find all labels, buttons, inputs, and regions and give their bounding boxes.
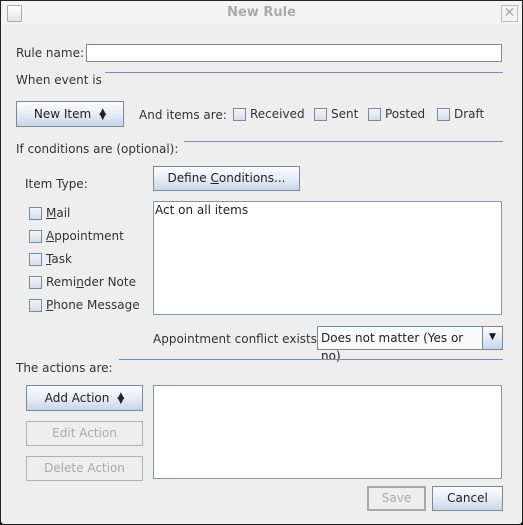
define-conditions-text: Define (167, 171, 211, 185)
phone-message-label: Phone Message (46, 298, 140, 312)
save-button[interactable]: Save (367, 486, 426, 511)
rule-name-input[interactable] (86, 44, 502, 62)
posted-checkbox[interactable]: Posted (368, 107, 425, 121)
dropdown-arrow-icon[interactable]: ▼ (483, 327, 502, 349)
define-conditions-mnemonic: C (210, 171, 219, 185)
checkbox-box (368, 107, 381, 121)
delete-action-button[interactable]: Delete Action (26, 456, 143, 481)
checkbox-box (29, 275, 42, 289)
checkbox-box (437, 107, 450, 121)
mail-checkbox[interactable]: Mail (29, 206, 70, 220)
conflict-selected-value: Does not matter (Yes or no) (318, 327, 483, 363)
sent-label: Sent (331, 107, 359, 121)
posted-label: Posted (385, 107, 426, 121)
received-label: Received (250, 107, 305, 121)
checkbox-box (29, 229, 42, 243)
appointment-label: Appointment (46, 229, 124, 243)
add-action-label: Add Action (44, 391, 110, 405)
checkbox-box (314, 107, 327, 121)
cancel-button[interactable]: Cancel (432, 486, 503, 511)
sent-checkbox[interactable]: Sent (314, 107, 358, 121)
checkbox-box (29, 206, 42, 220)
item-type-label: Item Type: (25, 177, 88, 191)
conflict-combobox[interactable]: Does not matter (Yes or no) ▼ (317, 326, 503, 363)
window-title: New Rule (227, 5, 296, 20)
close-button[interactable]: ✕ (501, 5, 518, 22)
checkbox-box (29, 252, 42, 266)
draft-label: Draft (454, 107, 485, 121)
appointment-checkbox[interactable]: Appointment (29, 229, 124, 243)
event-type-label: New Item (33, 107, 92, 121)
actions-heading: The actions are: (16, 361, 113, 375)
actions-separator (119, 359, 503, 360)
define-conditions-button[interactable]: Define Conditions... (153, 166, 300, 191)
conditions-separator (184, 141, 503, 142)
phone-message-checkbox[interactable]: Phone Message (29, 298, 140, 312)
conflict-label: Appointment conflict exists: (153, 332, 322, 346)
add-action-spinner-button[interactable]: Add Action ▲ ▼ (26, 385, 143, 411)
up-down-arrows-icon: ▲ ▼ (99, 106, 107, 122)
items-are-label: And items are: (139, 108, 227, 122)
conditions-list-item: Act on all items (155, 203, 249, 217)
when-event-heading: When event is (16, 73, 102, 87)
up-down-arrows-icon: ▲ ▼ (117, 390, 125, 406)
actions-list[interactable] (153, 385, 502, 479)
edit-action-button[interactable]: Edit Action (26, 421, 143, 446)
received-checkbox[interactable]: Received (233, 107, 305, 121)
conditions-list[interactable]: Act on all items (153, 201, 502, 315)
task-checkbox[interactable]: Task (29, 252, 72, 266)
reminder-note-checkbox[interactable]: Reminder Note (29, 275, 136, 289)
task-label: Task (46, 252, 72, 266)
draft-checkbox[interactable]: Draft (437, 107, 484, 121)
checkbox-box (233, 107, 246, 121)
title-bar[interactable]: New Rule ✕ (1, 1, 522, 24)
when-event-separator (105, 72, 503, 73)
event-type-spinner-button[interactable]: New Item ▲ ▼ (16, 101, 124, 127)
mail-label: Mail (46, 206, 71, 220)
new-rule-dialog: New Rule ✕ Rule name: When event is New … (0, 0, 523, 525)
conditions-heading: If conditions are (optional): (16, 142, 179, 156)
reminder-note-label: Reminder Note (46, 275, 136, 289)
checkbox-box (29, 298, 42, 312)
define-conditions-text-rest: onditions... (218, 171, 286, 185)
rule-name-label: Rule name: (16, 46, 85, 60)
